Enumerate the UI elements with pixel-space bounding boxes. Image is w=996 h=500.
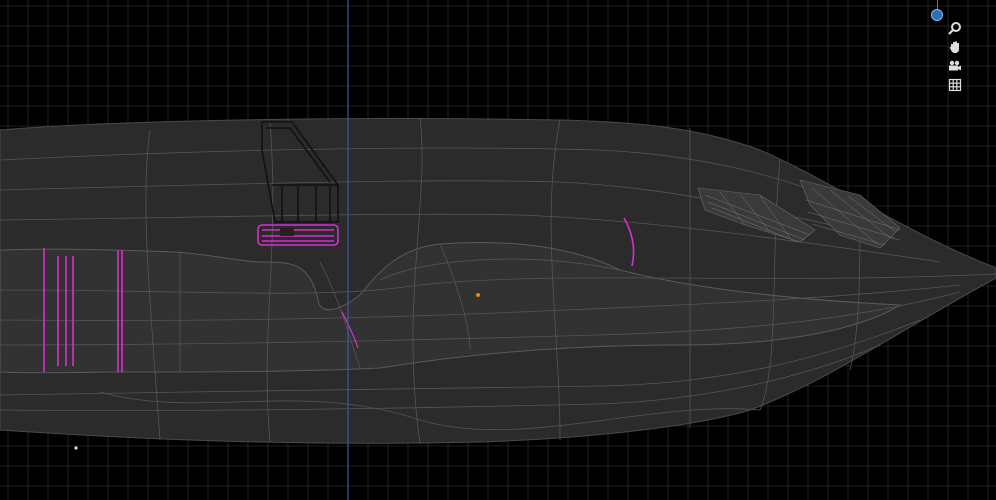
pan-hand-icon[interactable]: [948, 40, 966, 58]
3d-cursor-dot: [74, 446, 78, 450]
viewport-canvas[interactable]: [0, 0, 996, 500]
object-origin[interactable]: [476, 293, 480, 297]
selected-face: [280, 228, 294, 236]
camera-icon[interactable]: [948, 59, 966, 77]
ortho-grid-icon[interactable]: [948, 78, 966, 96]
axis-gizmo-z[interactable]: [931, 9, 943, 21]
zoom-icon[interactable]: [948, 21, 966, 39]
3d-viewport[interactable]: [0, 0, 996, 500]
